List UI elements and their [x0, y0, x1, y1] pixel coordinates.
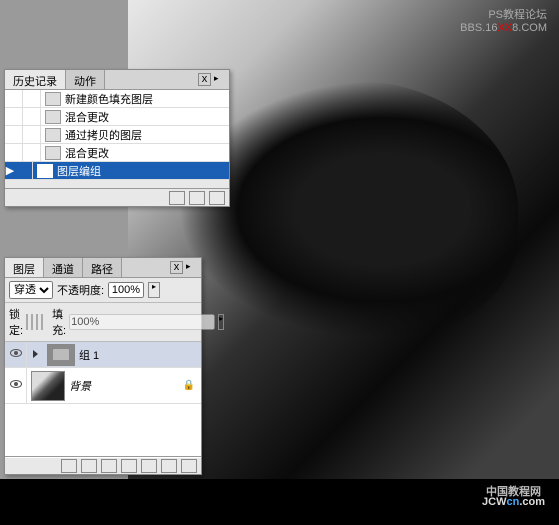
- panel-menu-icon[interactable]: ▸: [214, 73, 227, 86]
- history-list: 新建颜色填充图层 混合更改 通过拷贝的图层 混合更改 ▶ 图层编组: [5, 90, 229, 180]
- snapshot-well[interactable]: [5, 144, 23, 161]
- visibility-toggle[interactable]: [5, 368, 27, 403]
- fill-label: 填充:: [52, 306, 66, 338]
- watermark-top: PS教程论坛 BBS.16XX8.COM: [460, 6, 547, 34]
- tab-paths[interactable]: 路径: [83, 258, 122, 277]
- layers-tabs: 图层 通道 路径 x ▸: [5, 258, 201, 278]
- new-document-icon[interactable]: [169, 191, 185, 205]
- visibility-toggle[interactable]: [5, 342, 27, 367]
- step-icon: [37, 164, 53, 178]
- layer-thumb: [31, 371, 65, 401]
- close-icon[interactable]: x: [170, 261, 183, 274]
- history-item[interactable]: 混合更改: [5, 108, 229, 126]
- lock-transparency-icon[interactable]: [26, 314, 28, 330]
- history-panel: 历史记录 动作 x ▸ 新建颜色填充图层 混合更改 通过拷贝的图层 混合更改: [4, 69, 230, 207]
- snapshot-well[interactable]: [5, 90, 23, 107]
- layer-row[interactable]: 组 1: [5, 342, 201, 368]
- fx-icon[interactable]: [81, 459, 97, 473]
- new-snapshot-icon[interactable]: [189, 191, 205, 205]
- eye-icon: [10, 380, 22, 388]
- trash-icon[interactable]: [181, 459, 197, 473]
- opacity-label: 不透明度:: [57, 282, 104, 298]
- lock-position-icon[interactable]: [36, 314, 38, 330]
- lock-indicator-icon: 🔒: [183, 380, 195, 391]
- layers-panel: 图层 通道 路径 x ▸ 穿透 不透明度: ▸ 锁定: 填充: ▸ 组 1: [4, 257, 202, 475]
- history-item[interactable]: 通过拷贝的图层: [5, 126, 229, 144]
- step-icon: [45, 92, 61, 106]
- snapshot-well[interactable]: [5, 126, 23, 143]
- fill-spinner-icon[interactable]: ▸: [218, 314, 224, 330]
- watermark-line1: PS教程论坛: [460, 6, 547, 22]
- snapshot-well[interactable]: [5, 108, 23, 125]
- eye-icon: [10, 349, 22, 357]
- lock-pixels-icon[interactable]: [31, 314, 33, 330]
- tab-layers[interactable]: 图层: [5, 258, 44, 277]
- close-icon[interactable]: x: [198, 73, 211, 86]
- fill-input: [69, 314, 215, 330]
- brush-well[interactable]: [23, 108, 41, 125]
- step-icon: [45, 146, 61, 160]
- blend-opacity-row: 穿透 不透明度: ▸: [5, 278, 201, 303]
- lock-label: 锁定:: [9, 306, 23, 338]
- brush-well[interactable]: [23, 90, 41, 107]
- history-label: 新建颜色填充图层: [65, 91, 153, 107]
- trash-icon[interactable]: [209, 191, 225, 205]
- layer-row[interactable]: 背景 🔒: [5, 368, 201, 404]
- watermark-line2: BBS.16XX8.COM: [460, 22, 547, 34]
- brush-well[interactable]: [23, 144, 41, 161]
- history-label: 混合更改: [65, 109, 109, 125]
- group-disclosure[interactable]: [27, 349, 43, 361]
- layer-name[interactable]: 组 1: [79, 347, 99, 363]
- tab-channels[interactable]: 通道: [44, 258, 83, 277]
- blend-mode-select[interactable]: 穿透: [9, 281, 53, 299]
- current-marker-icon: ▶: [5, 164, 15, 177]
- history-item[interactable]: ▶ 图层编组: [5, 162, 229, 180]
- folder-icon: [53, 349, 69, 360]
- layer-list: 组 1 背景 🔒: [5, 342, 201, 458]
- panel-menu-icon[interactable]: ▸: [186, 261, 199, 274]
- history-item[interactable]: 混合更改: [5, 144, 229, 162]
- history-item[interactable]: 新建颜色填充图层: [5, 90, 229, 108]
- folder-thumb: [47, 344, 75, 366]
- step-icon: [45, 110, 61, 124]
- opacity-input[interactable]: [108, 282, 144, 298]
- new-layer-icon[interactable]: [161, 459, 177, 473]
- mask-icon[interactable]: [101, 459, 117, 473]
- brush-well[interactable]: [15, 162, 33, 179]
- step-icon: [45, 128, 61, 142]
- brush-well[interactable]: [23, 126, 41, 143]
- opacity-spinner-icon[interactable]: ▸: [148, 282, 160, 298]
- tab-history[interactable]: 历史记录: [5, 70, 66, 89]
- link-icon[interactable]: [61, 459, 77, 473]
- layer-name[interactable]: 背景: [69, 378, 91, 394]
- history-label: 混合更改: [65, 145, 109, 161]
- layers-footer: [5, 456, 201, 474]
- watermark-bottom: 中国教程网 JCWcn.com: [0, 479, 559, 525]
- lock-fill-row: 锁定: 填充: ▸: [5, 303, 201, 342]
- adjustment-icon[interactable]: [121, 459, 137, 473]
- history-footer: [5, 188, 229, 206]
- history-label: 通过拷贝的图层: [65, 127, 142, 143]
- history-tabs: 历史记录 动作 x ▸: [5, 70, 229, 90]
- group-icon[interactable]: [141, 459, 157, 473]
- tab-actions[interactable]: 动作: [66, 70, 105, 89]
- lock-all-icon[interactable]: [41, 314, 43, 330]
- chevron-right-icon: [33, 350, 38, 358]
- history-label: 图层编组: [57, 163, 101, 179]
- watermark-cn: 中国教程网: [486, 483, 541, 499]
